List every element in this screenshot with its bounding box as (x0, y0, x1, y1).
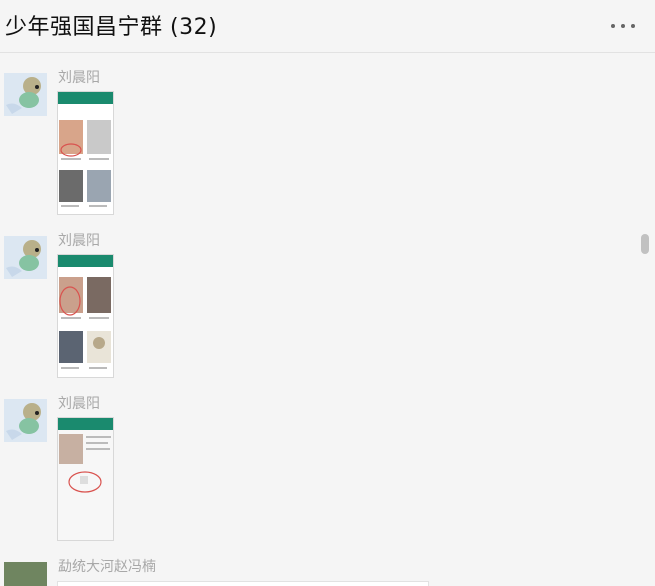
sender-name: 刘晨阳 (58, 70, 100, 86)
group-avatar[interactable] (4, 562, 47, 586)
sender-name: 刘晨阳 (58, 396, 100, 412)
sender-name: 刘晨阳 (58, 233, 100, 249)
chat-header: 少年强国昌宁群 (32) (0, 0, 655, 53)
screenshot-image[interactable] (57, 254, 114, 378)
cartoon-avatar-icon[interactable] (4, 236, 47, 279)
message-list[interactable]: 刘晨阳 刘晨阳 刘晨阳 勐统大河赵冯楠 (0, 53, 655, 586)
chat-title: 少年强国昌宁群 (32) (5, 15, 218, 40)
cartoon-avatar-icon[interactable] (4, 73, 47, 116)
sender-name: 勐统大河赵冯楠 (58, 559, 156, 575)
cartoon-avatar-icon[interactable] (4, 399, 47, 442)
scrollbar-thumb[interactable] (641, 234, 649, 254)
more-dots-icon[interactable] (611, 16, 635, 36)
screenshot-image[interactable] (57, 91, 114, 215)
screenshot-image[interactable] (57, 417, 114, 541)
message-bubble[interactable] (57, 581, 429, 586)
